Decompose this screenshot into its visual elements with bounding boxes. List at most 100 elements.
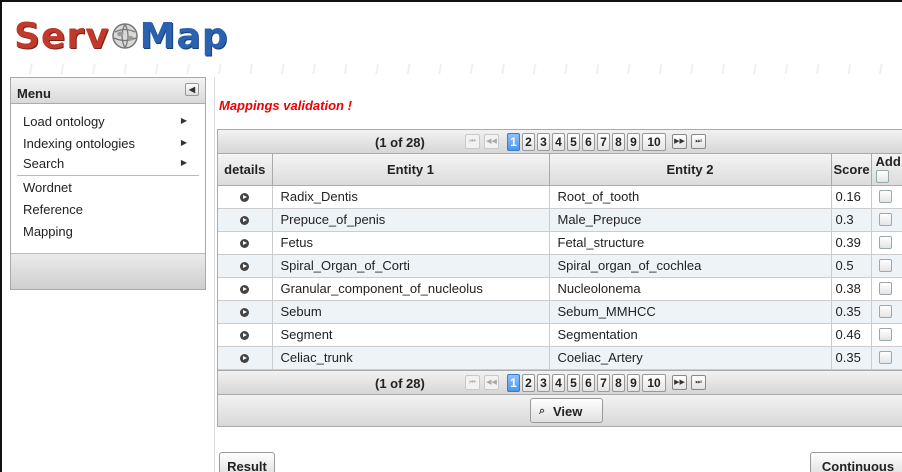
prev-page-icon[interactable]: ◀◀ [484,374,499,390]
expand-details-icon[interactable] [240,193,250,202]
add-checkbox[interactable] [878,213,892,226]
table-footer: ⌕ View [218,393,902,426]
details-cell[interactable] [218,208,273,232]
expand-details-icon[interactable] [240,262,250,271]
add-cell [871,277,902,301]
page-button[interactable]: 6 [582,133,595,151]
prev-page-icon[interactable]: ◀◀ [484,134,499,149]
entity2-cell: Nucleolonema [549,277,832,301]
table-row[interactable]: Prepuce_of_penis Male_Prepuce 0.3 [218,208,902,232]
expand-details-icon[interactable] [240,216,250,225]
page-button[interactable]: 1 [507,133,520,151]
menu-item-label: Load ontology [23,114,105,129]
score-cell: 0.35 [831,300,872,324]
expand-details-icon[interactable] [240,308,250,317]
continuous-button-label: Continuous [821,459,895,472]
table-row[interactable]: Granular_component_of_nucleolus Nucleolon… [218,277,902,301]
collapse-menu-button[interactable]: ◀ [185,83,199,96]
expand-details-icon[interactable] [240,331,250,340]
add-checkbox[interactable] [878,259,892,272]
add-checkbox[interactable] [878,236,892,249]
table-row[interactable]: Fetus Fetal_structure 0.39 [218,231,902,255]
page-button[interactable]: 9 [627,133,640,151]
menu-item-label: Indexing ontologies [23,136,136,151]
view-button[interactable]: ⌕ View [530,397,603,423]
entity1-cell: Sebum [272,300,550,324]
add-checkbox[interactable] [878,282,892,295]
entity2-cell: Fetal_structure [549,231,832,255]
menu-item-reference[interactable]: Reference [11,198,205,220]
add-checkbox[interactable] [878,190,892,203]
table-row[interactable]: Sebum Sebum_MMHCC 0.35 [218,300,902,324]
menu-item-label: Mapping [23,224,73,239]
entity2-cell: Root_of_tooth [549,185,832,209]
page-title: Mappings validation ! [219,98,352,113]
column-header-score[interactable]: Score [831,154,872,186]
add-checkbox[interactable] [878,328,892,341]
page-button[interactable]: 9 [627,373,640,392]
entity2-cell: Male_Prepuce [549,208,832,232]
page-button[interactable]: 2 [522,133,535,151]
table-row[interactable]: Celiac_trunk Coeliac_Artery 0.35 [218,346,902,370]
add-checkbox[interactable] [878,351,892,364]
page-button[interactable]: 4 [552,133,565,151]
first-page-icon[interactable]: ⏮ [465,134,480,149]
column-header-entity2[interactable]: Entity 2 [549,154,832,186]
expand-details-icon[interactable] [240,285,250,294]
select-all-checkbox[interactable] [875,169,889,183]
table-row[interactable]: Segment Segmentation 0.46 [218,323,902,347]
page-report: (1 of 28) [375,375,425,391]
page-button[interactable]: 4 [552,373,565,392]
column-header-entity1[interactable]: Entity 1 [272,154,550,186]
menu-item-search[interactable]: Search ▶ [11,154,205,174]
mappings-table: (1 of 28) ⏮ ◀◀ 1 2 3 4 5 6 7 8 9 10 ▶▶ ⏭… [217,129,902,427]
add-cell [871,208,902,232]
page-button[interactable]: 2 [522,373,535,392]
next-page-icon[interactable]: ▶▶ [672,374,687,390]
page-button[interactable]: 8 [612,373,625,392]
table-row[interactable]: Spiral_Organ_of_Corti Spiral_organ_of_coc… [218,254,902,278]
menu-item-label: Reference [23,202,83,217]
page-button[interactable]: 10 [642,373,666,392]
page-button[interactable]: 5 [567,373,580,392]
menu-panel: Menu ◀ Load ontology ▶ Indexing ontologie… [10,77,206,290]
menu-item-mapping[interactable]: Mapping [11,220,205,242]
page-button[interactable]: 7 [597,373,610,392]
next-page-icon[interactable]: ▶▶ [672,134,687,149]
details-cell[interactable] [218,254,273,278]
details-cell[interactable] [218,231,273,255]
page-button[interactable]: 6 [582,373,595,392]
page-button[interactable]: 3 [537,373,550,392]
last-page-icon[interactable]: ⏭ [691,134,706,149]
page-button[interactable]: 8 [612,133,625,151]
continuous-button[interactable]: Continuous [810,452,902,472]
entity2-cell: Sebum_MMHCC [549,300,832,324]
score-cell: 0.38 [831,277,872,301]
add-checkbox[interactable] [878,305,892,318]
details-cell[interactable] [218,346,273,370]
page-button[interactable]: 3 [537,133,550,151]
page-button[interactable]: 10 [642,133,666,151]
column-header-details[interactable]: details [218,154,273,186]
details-cell[interactable] [218,323,273,347]
result-button[interactable]: Result [219,452,275,472]
details-cell[interactable] [218,277,273,301]
menu-item-indexing-ontologies[interactable]: Indexing ontologies ▶ [11,132,205,154]
details-cell[interactable] [218,300,273,324]
menu-item-wordnet[interactable]: Wordnet [11,176,205,198]
first-page-icon[interactable]: ⏮ [465,374,480,390]
search-icon: ⌕ [539,404,546,417]
page-button[interactable]: 5 [567,133,580,151]
menu-item-load-ontology[interactable]: Load ontology ▶ [11,110,205,132]
entity1-cell: Granular_component_of_nucleolus [272,277,550,301]
entity1-cell: Segment [272,323,550,347]
expand-details-icon[interactable] [240,239,250,248]
last-page-icon[interactable]: ⏭ [691,374,706,390]
page-button[interactable]: 1 [507,373,520,392]
entity2-cell: Coeliac_Artery [549,346,832,370]
expand-details-icon[interactable] [240,354,250,363]
page-button[interactable]: 7 [597,133,610,151]
table-row[interactable]: Radix_Dentis Root_of_tooth 0.16 [218,185,902,209]
details-cell[interactable] [218,185,273,209]
submenu-arrow-icon: ▶ [180,158,187,167]
